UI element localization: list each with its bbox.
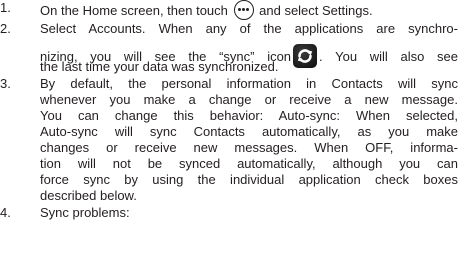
step-2-text-after: . You will also see <box>319 49 459 64</box>
step-2-line-1: Select Accounts. When any of the applica… <box>40 21 458 36</box>
manual-page: 1. On the Home screen, then touch and se… <box>0 0 461 272</box>
step-3-line-1: By default, the personal information in … <box>40 76 458 91</box>
step-3-line-5: changes or receive new messages. When OF… <box>40 140 458 155</box>
step-2-line-3: the last time your data was synchronized… <box>40 59 279 74</box>
step-number: 4. <box>0 205 11 220</box>
step-3-line-2: whenever you make a change or receive a … <box>40 92 458 107</box>
step-3-line-4: Auto-sync will sync Contacts automatical… <box>40 124 458 139</box>
step-4-line-1: Sync problems: <box>40 205 130 220</box>
step-3-line-6: tion will not be synced automatically, a… <box>40 156 458 171</box>
step-number: 3. <box>0 76 11 91</box>
step-1-text: On the Home screen, then touch and selec… <box>40 0 373 20</box>
step-1-text-after: and select Settings. <box>259 3 373 18</box>
sync-icon <box>293 44 318 68</box>
step-number: 1. <box>0 0 11 15</box>
step-3-line-8: described below. <box>40 188 137 203</box>
step-number: 2. <box>0 21 11 36</box>
menu-dots-icon <box>233 0 254 20</box>
step-1-text-before: On the Home screen, then touch <box>40 3 228 18</box>
step-3-line-3: You can change this behavior: Auto-sync:… <box>40 108 458 123</box>
step-3-line-7: force sync by using the individual appli… <box>40 172 458 187</box>
